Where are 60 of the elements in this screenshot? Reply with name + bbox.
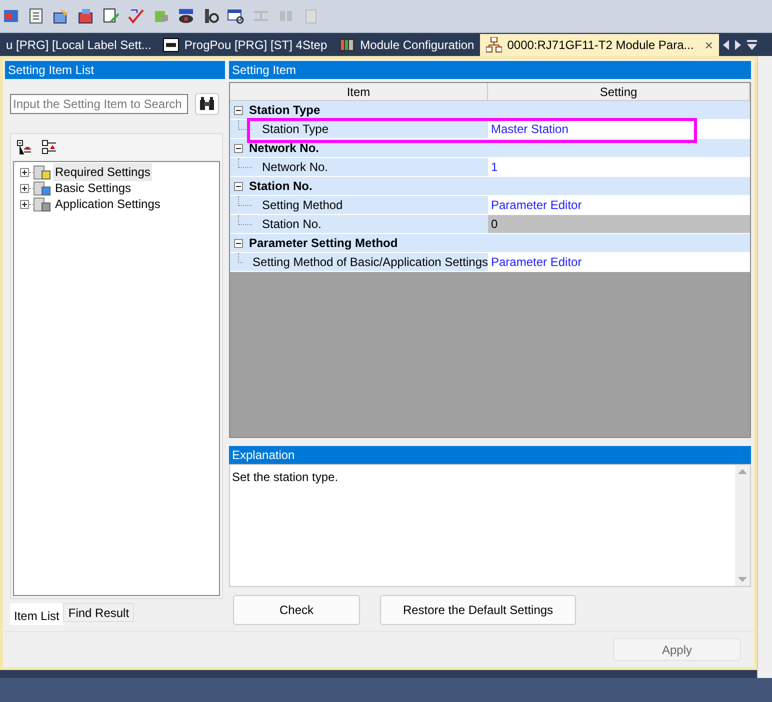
item-label: Network No.: [262, 159, 328, 176]
setting-cell[interactable]: Master Station: [488, 120, 750, 139]
eye-icon[interactable]: [177, 7, 195, 25]
table-icon[interactable]: [77, 7, 95, 25]
item-label: Setting Method: [262, 197, 343, 214]
tree-item[interactable]: Basic Settings: [53, 179, 134, 197]
close-icon[interactable]: ×: [704, 34, 713, 56]
tree-item[interactable]: Required Settings: [53, 163, 152, 181]
document-tab[interactable]: Module Configuration: [333, 34, 480, 56]
explanation-text: Set the station type.: [231, 469, 340, 486]
item-label: Station Type: [262, 121, 328, 138]
expand-icon[interactable]: [20, 168, 29, 176]
scroll-right-icon[interactable]: [734, 40, 741, 50]
setting-cell[interactable]: Parameter Editor: [488, 253, 750, 272]
group-label: Network No.: [249, 140, 320, 157]
module-icon: [33, 164, 51, 180]
panel-tab[interactable]: Find Result: [63, 603, 134, 622]
collapse-all-icon[interactable]: [17, 140, 32, 155]
panel-tab[interactable]: Item List: [10, 603, 64, 625]
setting-cell[interactable]: 1: [488, 158, 750, 177]
document-tab[interactable]: ProgPou [PRG] [ST] 4Step: [157, 34, 334, 56]
pencil-icon[interactable]: [102, 7, 120, 25]
panel-title: Setting Item: [229, 61, 751, 79]
setting-cell[interactable]: Parameter Editor: [488, 196, 750, 215]
module-icon: [33, 180, 51, 196]
expand-icon[interactable]: [20, 184, 29, 192]
window-icon[interactable]: [2, 7, 20, 25]
monitor-search-icon[interactable]: [227, 7, 245, 25]
network-icon: [486, 37, 502, 53]
item-label: Station No.: [262, 216, 322, 233]
search-field[interactable]: Input the Setting Item to Search: [10, 94, 188, 114]
expand-icon[interactable]: [20, 200, 29, 208]
zoom-icon[interactable]: [202, 7, 220, 25]
document-tab[interactable]: 0000:RJ71GF11-T2 Module Para... ×: [480, 34, 719, 56]
table-edit-icon[interactable]: [52, 7, 70, 25]
check-icon[interactable]: [127, 7, 145, 25]
list-icon[interactable]: [27, 7, 45, 25]
collapse-icon[interactable]: [234, 182, 243, 190]
module-icon: [33, 196, 51, 212]
action-button[interactable]: Check: [233, 595, 360, 625]
column-header[interactable]: Setting: [488, 83, 750, 101]
document-tab[interactable]: u [PRG] [Local Label Sett...: [0, 34, 158, 56]
collapse-icon[interactable]: [234, 106, 243, 114]
expand-all-icon[interactable]: [42, 140, 57, 155]
scroll-left-icon[interactable]: [722, 40, 729, 50]
collapse-icon[interactable]: [234, 144, 243, 152]
panel-title: Explanation: [229, 446, 751, 464]
group-label: Station No.: [249, 178, 312, 195]
panel-title: Setting Item List: [5, 61, 225, 79]
item-label: Setting Method of Basic/Application Settings: [252, 254, 488, 271]
tree-item[interactable]: Application Settings: [53, 195, 162, 213]
collapse-icon[interactable]: [234, 238, 243, 248]
group-label: Parameter Setting Method: [249, 235, 398, 252]
rack-icon: [339, 38, 356, 52]
group-label: Station Type: [249, 102, 320, 119]
search-button[interactable]: [195, 93, 219, 115]
dropdown-icon[interactable]: [746, 40, 757, 50]
document-icon: [163, 38, 180, 52]
action-button[interactable]: Restore the Default Settings: [380, 595, 576, 625]
column-header[interactable]: Item: [230, 83, 488, 101]
